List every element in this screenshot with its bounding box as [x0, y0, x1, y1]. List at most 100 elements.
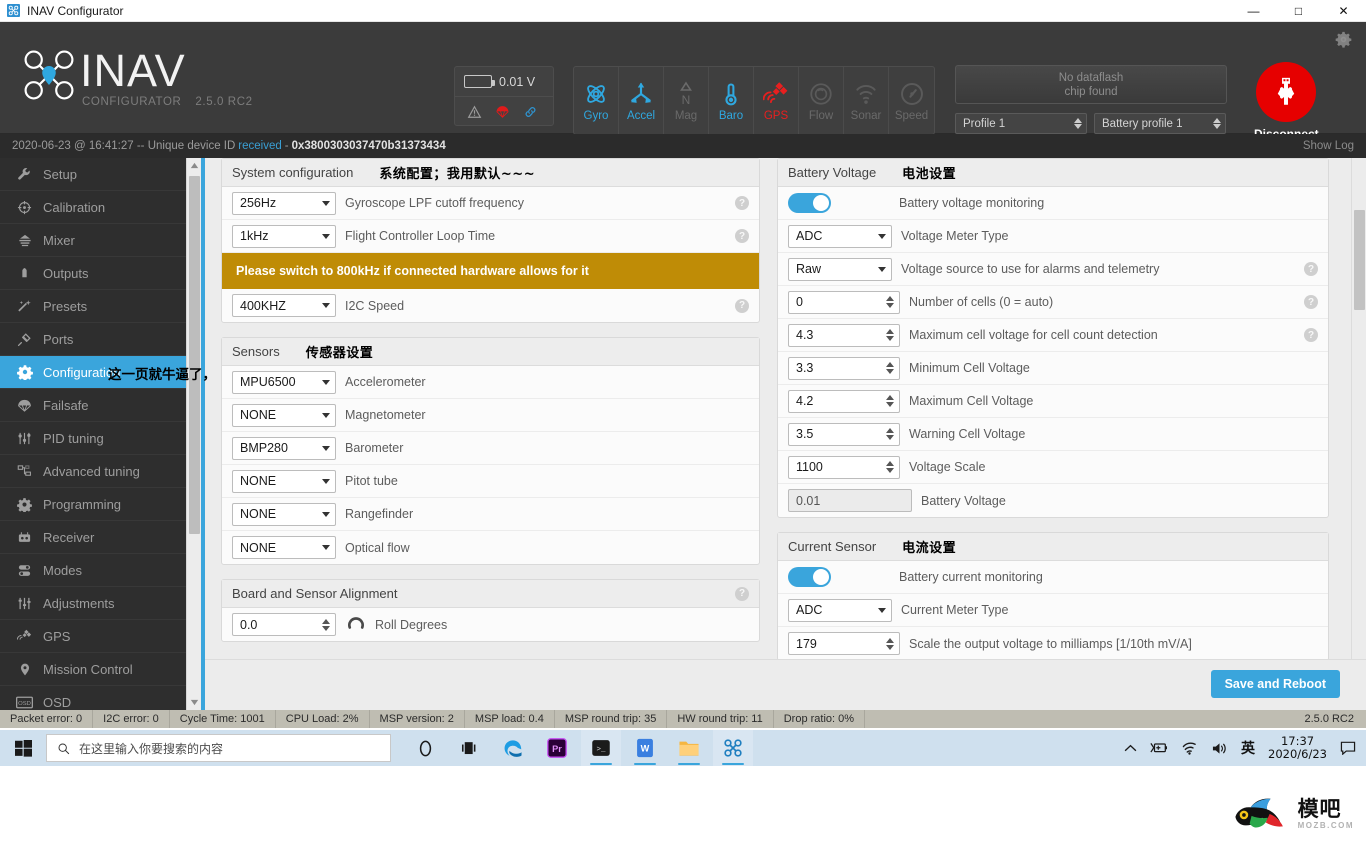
battery-profile-select[interactable]: Battery profile 1	[1094, 113, 1226, 134]
disconnect-button[interactable]: Disconnect	[1254, 62, 1319, 141]
sidebar-scroll-up-icon[interactable]	[187, 158, 202, 173]
current-sensor-header: Current Sensor 电流设置	[778, 533, 1328, 561]
gyro-lpf-value: 256Hz	[240, 196, 277, 210]
settings-gear-icon[interactable]	[1334, 30, 1353, 49]
plug-icon	[15, 332, 34, 347]
help-icon[interactable]: ?	[735, 586, 749, 601]
loop-time-select[interactable]: 1kHz	[232, 224, 336, 248]
sidebar-item-ports[interactable]: Ports	[0, 323, 186, 356]
stepper-icon[interactable]	[886, 296, 896, 308]
warning-cell-voltage-value: 3.5	[796, 427, 814, 441]
taskbar-premiere-icon[interactable]: Pr	[537, 730, 577, 766]
accelerometer-select[interactable]: MPU6500	[232, 370, 336, 394]
battery-voltage-header: Battery Voltage 电池设置	[778, 159, 1328, 187]
taskbar-cortana-icon[interactable]	[405, 730, 445, 766]
taskbar-search-input[interactable]: 在这里输入你要搜索的内容	[46, 734, 391, 762]
help-icon[interactable]: ?	[735, 229, 749, 243]
current-meter-type-select[interactable]: ADC	[788, 598, 892, 622]
sidebar-item-mission-control[interactable]: Mission Control	[0, 653, 186, 686]
roll-degrees-input[interactable]: 0.0	[232, 613, 336, 636]
pitot-tube-select[interactable]: NONE	[232, 469, 336, 493]
voltage-meter-type-select[interactable]: ADC	[788, 224, 892, 248]
stepper-icon[interactable]	[886, 637, 896, 650]
sidebar-item-presets[interactable]: Presets	[0, 290, 186, 323]
battery-current-monitoring-toggle[interactable]	[788, 567, 831, 587]
barometer-select[interactable]: BMP280	[232, 436, 336, 460]
minimize-button[interactable]: —	[1231, 0, 1276, 22]
action-center-icon[interactable]	[1340, 741, 1356, 755]
help-icon[interactable]: ?	[1304, 262, 1318, 276]
rangefinder-select[interactable]: NONE	[232, 502, 336, 526]
profile-select[interactable]: Profile 1	[955, 113, 1087, 134]
content-scroll-thumb[interactable]	[1354, 210, 1365, 310]
gear-icon	[15, 364, 34, 380]
maximum-cell-voltage-input[interactable]: 4.2	[788, 389, 900, 413]
i2c-speed-select[interactable]: 400KHZ	[232, 294, 336, 317]
current-scale-input[interactable]: 179	[788, 632, 900, 655]
help-icon[interactable]: ?	[1304, 328, 1318, 342]
battery-voltage-monitoring-toggle[interactable]	[788, 193, 831, 213]
help-icon[interactable]: ?	[1304, 295, 1318, 309]
stepper-icon[interactable]	[886, 329, 896, 341]
taskbar-edge-icon[interactable]	[493, 730, 533, 766]
sidebar-item-failsafe[interactable]: Failsafe	[0, 389, 186, 422]
number-of-cells-input[interactable]: 0	[788, 290, 900, 314]
stepper-icon[interactable]	[886, 428, 896, 440]
status-i2c-error: I2C error: 0	[93, 710, 170, 728]
sidebar-item-receiver[interactable]: Receiver	[0, 521, 186, 554]
taskbar-clock[interactable]: 17:37 2020/6/23	[1268, 735, 1327, 761]
sidebar-item-setup[interactable]: Setup	[0, 158, 186, 191]
max-cell-voltage-detection-value: 4.3	[796, 328, 814, 342]
start-button[interactable]	[0, 730, 46, 766]
taskbar-inav-icon[interactable]	[713, 730, 753, 766]
sidebar-item-calibration[interactable]: Calibration	[0, 191, 186, 224]
sidebar-item-modes[interactable]: Modes	[0, 554, 186, 587]
maximize-button[interactable]: □	[1276, 0, 1321, 22]
sidebar-item-osd[interactable]: OSD OSD	[0, 686, 186, 710]
stepper-icon[interactable]	[886, 395, 896, 407]
system-configuration-title: System configuration	[232, 165, 354, 180]
gear-icon	[15, 497, 34, 512]
sidebar-item-programming[interactable]: Programming	[0, 488, 186, 521]
minimum-cell-voltage-input[interactable]: 3.3	[788, 356, 900, 380]
sidebar-item-gps[interactable]: GPS	[0, 620, 186, 653]
tray-expand-icon[interactable]	[1124, 744, 1137, 753]
system-configuration-panel: System configuration 系统配置；我用默认~~~ 256Hz …	[221, 158, 760, 323]
sidebar-item-pid-tuning[interactable]: PID tuning	[0, 422, 186, 455]
taskbar-file-explorer-icon[interactable]	[669, 730, 709, 766]
help-icon[interactable]: ?	[735, 196, 749, 210]
roll-degrees-row: 0.0 Roll Degrees	[222, 608, 759, 641]
gyro-lpf-select[interactable]: 256Hz	[232, 191, 336, 215]
help-icon[interactable]: ?	[735, 298, 749, 313]
current-sensor-panel: Current Sensor 电流设置 Battery current moni…	[777, 532, 1329, 661]
voltage-source-select[interactable]: Raw	[788, 257, 892, 281]
sidebar-scroll-down-icon[interactable]	[187, 695, 202, 710]
content-scrollbar[interactable]	[1351, 158, 1366, 710]
sidebar-item-mixer[interactable]: Mixer	[0, 224, 186, 257]
warning-icon	[467, 105, 482, 118]
volume-icon[interactable]	[1211, 741, 1228, 756]
wifi-icon[interactable]	[1181, 741, 1198, 755]
sidebar-item-outputs[interactable]: Outputs	[0, 257, 186, 290]
ime-indicator[interactable]: 英	[1241, 738, 1255, 758]
taskbar-wps-icon[interactable]: W	[625, 730, 665, 766]
close-button[interactable]: ✕	[1321, 0, 1366, 22]
save-and-reboot-button[interactable]: Save and Reboot	[1210, 670, 1340, 698]
show-log-button[interactable]: Show Log	[1303, 140, 1354, 152]
svg-text:W: W	[641, 743, 650, 753]
voltage-scale-input[interactable]: 1100	[788, 455, 900, 479]
optical-flow-select[interactable]: NONE	[232, 536, 336, 559]
sidebar-item-advanced-tuning[interactable]: Advanced tuning	[0, 455, 186, 488]
stepper-icon[interactable]	[886, 461, 896, 473]
magnetometer-select[interactable]: NONE	[232, 403, 336, 427]
warning-cell-voltage-input[interactable]: 3.5	[788, 422, 900, 446]
max-cell-voltage-detection-input[interactable]: 4.3	[788, 323, 900, 347]
battery-tray-icon[interactable]	[1150, 741, 1168, 755]
taskbar-terminal-icon[interactable]: >_	[581, 730, 621, 766]
stepper-icon[interactable]	[886, 362, 896, 374]
taskbar-task-view-icon[interactable]	[449, 730, 489, 766]
roll-degrees-spinner-icon[interactable]	[322, 618, 332, 631]
sidebar-scrollbar[interactable]	[186, 158, 202, 710]
sidebar-item-adjustments[interactable]: Adjustments	[0, 587, 186, 620]
sidebar-scroll-thumb[interactable]	[189, 176, 200, 534]
